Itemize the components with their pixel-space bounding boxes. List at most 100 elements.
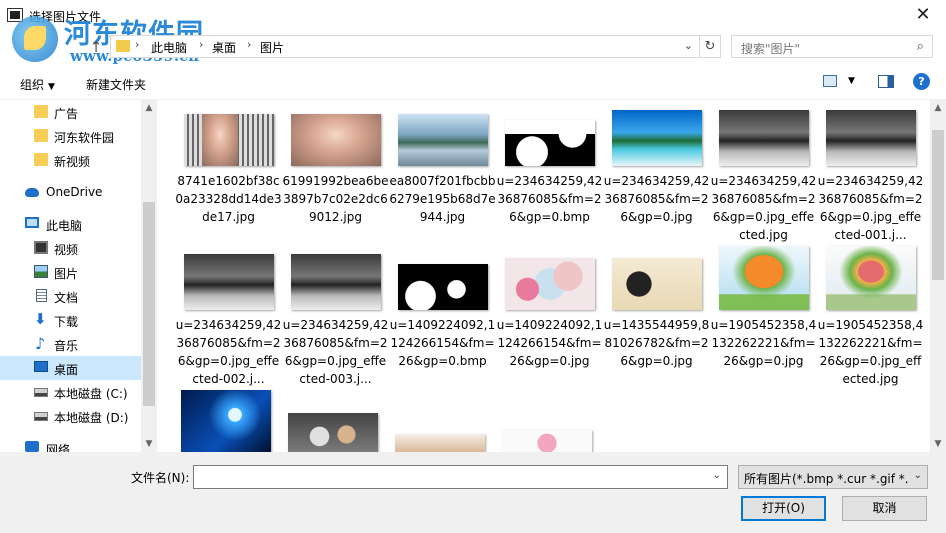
new-folder-button[interactable]: 新建文件夹: [86, 76, 146, 93]
nav-item-label: 本地磁盘 (C:): [54, 387, 128, 401]
file-name: u=234634259,4236876085&fm=26&gp=0.jpg_ef…: [710, 174, 817, 242]
image-thumbnail: [718, 110, 809, 166]
file-name: 61991992bea6be3897b7c02e2dc69012.jpg: [282, 174, 389, 224]
file-name: 8741e1602bf38c0a23328dd14de3de17.jpg: [175, 174, 282, 224]
scroll-thumb[interactable]: [143, 202, 155, 406]
nav-item-documents[interactable]: 文档: [0, 284, 141, 308]
nav-item-pictures[interactable]: 图片: [0, 260, 141, 284]
scroll-down-icon[interactable]: ▼: [141, 436, 157, 452]
image-thumbnail: [504, 258, 595, 310]
breadcrumb-this-pc[interactable]: 此电脑: [151, 39, 187, 56]
search-icon[interactable]: ⌕: [917, 39, 924, 54]
chevron-down-icon[interactable]: ⌄: [684, 39, 693, 52]
file-name: u=234634259,4236876085&fm=26&gp=0.jpg: [603, 174, 710, 224]
computer-icon: [25, 217, 39, 228]
chevron-down-icon[interactable]: ⌄: [713, 470, 721, 481]
nav-item-label: 视频: [54, 243, 79, 257]
bottom-panel: 文件名(N): ⌄ 所有图片(*.bmp *.cur *.gif *.ic ⌄ …: [0, 452, 946, 533]
image-thumbnail: [183, 114, 274, 166]
nav-item-hedong[interactable]: 河东软件园: [0, 124, 141, 148]
navigation-pane: 广告 河东软件园 新视频 OneDrive 此电脑 视频 图片 文档 ⬇ 下载 …: [0, 100, 157, 457]
organize-label: 组织: [20, 78, 45, 92]
image-thumbnail: [290, 114, 381, 166]
filename-input[interactable]: ⌄: [193, 465, 728, 489]
image-thumbnail: [290, 254, 381, 310]
up-arrow-icon[interactable]: ↑: [88, 37, 104, 57]
image-thumbnail: [718, 246, 809, 310]
image-thumbnail: [397, 264, 488, 310]
folder-icon: [34, 105, 48, 118]
image-thumbnail[interactable]: [395, 434, 485, 452]
close-button[interactable]: ✕: [900, 0, 946, 31]
nav-item-drive-c[interactable]: 本地磁盘 (C:): [0, 380, 141, 404]
address-bar[interactable]: › 此电脑 › 桌面 › 图片 ⌄: [110, 35, 700, 58]
nav-item-label: 新视频: [54, 155, 91, 169]
open-button[interactable]: 打开(O): [741, 496, 826, 521]
nav-item-label: 本地磁盘 (D:): [54, 411, 129, 425]
nav-item-drive-d[interactable]: 本地磁盘 (D:): [0, 404, 141, 428]
file-type-select[interactable]: 所有图片(*.bmp *.cur *.gif *.ic ⌄: [738, 465, 928, 489]
image-thumbnail[interactable]: [181, 390, 271, 452]
view-icon[interactable]: [823, 75, 837, 87]
file-name: u=1409224092,1124266154&fm=26&gp=0.jpg: [496, 318, 603, 368]
caret-down-icon[interactable]: ▼: [848, 76, 855, 86]
file-list: 8741e1602bf38c0a23328dd14de3de17.jpg 619…: [157, 100, 930, 452]
image-thumbnail[interactable]: [288, 413, 378, 452]
file-name: u=1905452358,4132262221&fm=26&gp=0.jpg_e…: [817, 318, 924, 386]
scroll-up-icon[interactable]: ▲: [930, 100, 946, 116]
nav-scrollbar[interactable]: ▲ ▼: [141, 100, 157, 452]
nav-item-label: 文档: [54, 291, 79, 305]
scroll-up-icon[interactable]: ▲: [141, 100, 157, 116]
refresh-icon[interactable]: ↻: [700, 35, 721, 58]
chevron-down-icon[interactable]: ⌄: [914, 470, 922, 481]
cloud-icon: [25, 188, 39, 197]
nav-item-desktop[interactable]: 桌面: [0, 356, 141, 380]
document-icon: [36, 289, 47, 302]
nav-item-ads[interactable]: 广告: [0, 100, 141, 124]
preview-pane-icon[interactable]: [878, 75, 894, 88]
cancel-button[interactable]: 取消: [842, 496, 927, 521]
network-icon: [25, 441, 39, 452]
chevron-right-icon[interactable]: ›: [135, 38, 139, 51]
content-scrollbar[interactable]: ▲ ▼: [930, 100, 946, 452]
image-thumbnail: [825, 246, 916, 310]
video-icon: [34, 241, 48, 254]
nav-item-label: 广告: [54, 107, 79, 121]
nav-item-this-pc[interactable]: 此电脑: [0, 212, 141, 236]
breadcrumb-desktop[interactable]: 桌面: [212, 39, 236, 56]
chevron-right-icon[interactable]: ›: [247, 38, 251, 51]
image-thumbnail: [611, 258, 702, 310]
nav-item-label: 图片: [54, 267, 79, 281]
nav-item-downloads[interactable]: ⬇ 下载: [0, 308, 141, 332]
nav-item-label: OneDrive: [46, 185, 103, 199]
file-name: ea8007f201fbcbb6279e195b68d7e944.jpg: [389, 174, 496, 224]
nav-item-onedrive[interactable]: OneDrive: [0, 180, 141, 204]
drive-icon: [34, 388, 48, 397]
nav-item-videos[interactable]: 视频: [0, 236, 141, 260]
caret-down-icon: ▼: [48, 82, 55, 92]
file-name: u=234634259,4236876085&fm=26&gp=0.jpg_ef…: [175, 318, 282, 386]
organize-button[interactable]: 组织 ▼: [20, 76, 55, 93]
folder-icon: [116, 40, 130, 52]
folder-icon: [34, 129, 48, 142]
image-thumbnail: [397, 114, 488, 166]
image-thumbnail[interactable]: [502, 430, 592, 452]
breadcrumb-pictures[interactable]: 图片: [260, 39, 284, 56]
help-icon[interactable]: ?: [913, 73, 930, 90]
search-box[interactable]: 搜索"图片" ⌕: [731, 35, 933, 58]
nav-item-new-video[interactable]: 新视频: [0, 148, 141, 172]
drive-icon: [34, 412, 48, 421]
file-name: u=234634259,4236876085&fm=26&gp=0.bmp: [496, 174, 603, 224]
file-name: u=1435544959,881026782&fm=26&gp=0.jpg: [603, 318, 710, 368]
chevron-right-icon[interactable]: ›: [199, 38, 203, 51]
scroll-thumb[interactable]: [932, 130, 944, 280]
nav-item-label: 桌面: [54, 363, 79, 377]
desktop-icon: [34, 361, 48, 372]
file-type-value: 所有图片(*.bmp *.cur *.gif *.ic: [744, 472, 909, 486]
nav-item-label: 河东软件园: [54, 131, 115, 145]
scroll-down-icon[interactable]: ▼: [930, 436, 946, 452]
nav-item-music[interactable]: ♪ 音乐: [0, 332, 141, 356]
folder-icon: [34, 153, 48, 166]
file-name: u=1409224092,1124266154&fm=26&gp=0.bmp: [389, 318, 496, 368]
image-thumbnail: [504, 120, 595, 166]
